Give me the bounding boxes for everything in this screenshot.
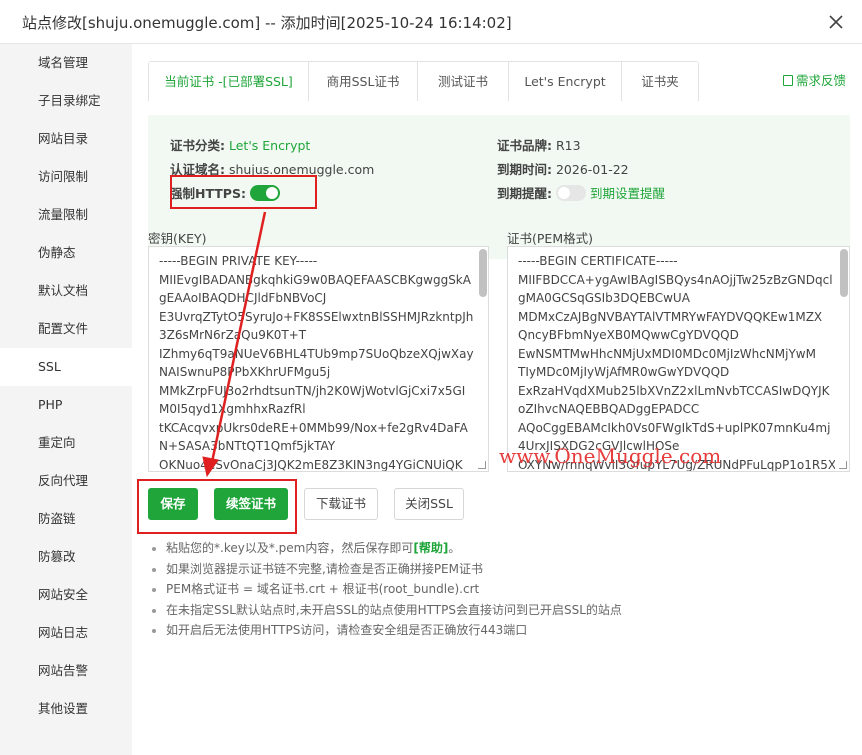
tip-item: PEM格式证书 = 域名证书.crt + 根证书(root_bundle).cr…: [166, 579, 622, 600]
sidebar-item-access-limit[interactable]: 访问限制: [0, 158, 132, 196]
tips-list: 粘贴您的*.key以及*.pem内容，然后保存即可[帮助]。 如果浏览器提示证书…: [152, 538, 622, 641]
cert-line: TIyMDc0MjIyWjAfMR0wGwYDVQQD: [518, 365, 730, 379]
sidebar-item-php[interactable]: PHP: [0, 386, 132, 424]
sidebar-item-tamper-proof[interactable]: 防篡改: [0, 538, 132, 576]
expire-remind-row: 到期提醒: 到期设置提醒: [497, 183, 665, 202]
sidebar-item-site-security[interactable]: 网站安全: [0, 576, 132, 614]
sidebar-item-site-log[interactable]: 网站日志: [0, 614, 132, 652]
toggle-knob: [557, 187, 570, 199]
feedback-label: 需求反馈: [795, 73, 846, 88]
cert-category-value: Let's Encrypt: [228, 138, 311, 153]
main-panel: 当前证书 -[已部署SSL] 商用SSL证书 测试证书 Let's Encryp…: [132, 44, 862, 755]
cert-expire-row: 到期时间: 2026-01-22: [497, 159, 629, 178]
save-button[interactable]: 保存: [148, 488, 198, 520]
tab-bar: 当前证书 -[已部署SSL] 商用SSL证书 测试证书 Let's Encryp…: [148, 61, 699, 101]
close-icon[interactable]: [824, 10, 848, 34]
cert-line: QncyBFbmNyeXB0MQwwCgYDVQQD: [518, 328, 739, 342]
tip-item: 在未指定SSL默认站点时,未开启SSL的站点使用HTTPS会直接访问到已开启SS…: [166, 600, 622, 621]
cert-brand-row: 证书品牌: R13: [497, 135, 581, 154]
sidebar-item-reverse-proxy[interactable]: 反向代理: [0, 462, 132, 500]
sidebar-item-other-settings[interactable]: 其他设置: [0, 690, 132, 728]
sidebar-item-traffic-limit[interactable]: 流量限制: [0, 196, 132, 234]
sidebar-item-site-dir[interactable]: 网站目录: [0, 120, 132, 158]
watermark: www.OneMuggle.com: [499, 444, 722, 468]
cert-line: ExRzaHVqdXMub25lbXVnZ2xlLmNvbTCCASIwDQYJ…: [518, 383, 830, 398]
cert-line: gMA0GCSqGSIb3DQEBCwUA: [518, 291, 690, 305]
feedback-icon: [782, 75, 793, 86]
sidebar-item-default-doc[interactable]: 默认文档: [0, 272, 132, 310]
cert-line: EwNSMTMwHhcNMjUxMDI0MDc0MjIzWhcNMjYwM: [518, 346, 816, 361]
key-line: -----BEGIN PRIVATE KEY-----: [159, 254, 318, 268]
key-resize-grip[interactable]: [478, 461, 486, 469]
key-line: IZhmy6qT9aNUeV6BHL4TUb9mp7SUoQbzeXQjwXay…: [159, 346, 474, 361]
renew-cert-button[interactable]: 续签证书: [214, 488, 288, 520]
expire-remind-link[interactable]: 到期设置提醒: [590, 186, 665, 201]
cert-line: oZIhvcNAQEBBQADggEPADCC: [518, 402, 700, 416]
tip-text: 粘贴您的*.key以及*.pem内容，然后保存即可: [166, 541, 414, 555]
key-line: E3UvrqZTytO5SyruJo+FK8SSElwxtnBlSSHMJRzk…: [159, 309, 474, 324]
key-line: NAISwnuP8PPbXKhrUFMgu5j: [159, 365, 331, 379]
key-line: MMkZrpFUJ3o2rhdtsunTN/jh2K0WjWotvlGjCxi7…: [159, 383, 466, 398]
sidebar-item-subdir[interactable]: 子目录绑定: [0, 82, 132, 120]
tab-lets-encrypt[interactable]: Let's Encrypt: [509, 62, 622, 101]
cert-line: MIIFBDCCA+ygAwIBAgISBQys4nAOjjTw25zBzGND…: [518, 272, 833, 287]
feedback-link[interactable]: 需求反馈: [782, 70, 846, 89]
cert-line: AQoCggEBAMcIkh0Vs0FWgIkTdS+uplPK07mnKu4m…: [518, 420, 831, 435]
download-cert-button[interactable]: 下载证书: [304, 488, 378, 520]
help-link[interactable]: [帮助]: [413, 541, 448, 555]
sidebar-item-ssl[interactable]: SSL: [0, 348, 132, 386]
cert-line: -----BEGIN CERTIFICATE-----: [518, 254, 678, 268]
expire-remind-label: 到期提醒:: [497, 186, 552, 201]
sidebar-item-hotlink[interactable]: 防盗链: [0, 500, 132, 538]
key-textarea[interactable]: -----BEGIN PRIVATE KEY----- MIIEvgIBADAN…: [148, 246, 489, 472]
sidebar: 域名管理 子目录绑定 网站目录 访问限制 流量限制 伪静态 默认文档 配置文件 …: [0, 44, 132, 755]
tab-commercial-ssl[interactable]: 商用SSL证书: [309, 62, 418, 101]
tip-item: 如开启后无法使用HTTPS访问，请检查安全组是否正确放行443端口: [166, 620, 622, 641]
tip-item: 粘贴您的*.key以及*.pem内容，然后保存即可[帮助]。: [166, 538, 622, 559]
cert-scrollbar[interactable]: [840, 249, 848, 297]
cert-category-row: 证书分类: Let's Encrypt: [170, 135, 310, 154]
cert-line: MDMxCzAJBgNVBAYTAlVTMRYwFAYDVQQKEw1MZX: [518, 309, 823, 324]
key-line: MIIEvgIBADANBgkqhkiG9w0BAQEFAASCBKgwggSk…: [159, 272, 471, 287]
cert-label: 证书(PEM格式): [507, 231, 593, 246]
key-line: tKCAcqvxpUkrs0deRE+0MMb99/Nox+fe2gRv4DaF…: [159, 420, 468, 435]
title-bar: 站点修改[shuju.onemuggle.com] -- 添加时间[2025-1…: [0, 0, 862, 44]
sidebar-item-site-alert[interactable]: 网站告警: [0, 652, 132, 690]
sidebar-item-redirect[interactable]: 重定向: [0, 424, 132, 462]
key-line: 3Z6sMrN6rZaQu9K0T+T: [159, 328, 307, 342]
tip-item: 如果浏览器提示证书链不完整,请检查是否正确拼接PEM证书: [166, 559, 622, 580]
key-line: M0I5qyd1XgmhhxRazfRl: [159, 402, 306, 416]
tab-test-cert[interactable]: 测试证书: [418, 62, 509, 101]
tab-cert-folder[interactable]: 证书夹: [622, 62, 698, 101]
key-line: OKNuo4eSvOnaCj3JQK2mE8Z3KIN3ng4YGiCNUiQK: [159, 457, 463, 472]
sidebar-item-rewrite[interactable]: 伪静态: [0, 234, 132, 272]
close-ssl-button[interactable]: 关闭SSL: [394, 488, 464, 520]
window-title: 站点修改[shuju.onemuggle.com] -- 添加时间[2025-1…: [22, 14, 512, 32]
key-line: N+SASA3bNTtQT1Qmf5jkTAY: [159, 439, 336, 453]
cert-brand-value: R13: [555, 138, 581, 153]
cert-category-label: 证书分类:: [170, 138, 225, 153]
highlight-box-https: [170, 175, 317, 209]
tab-current-cert[interactable]: 当前证书 -[已部署SSL]: [149, 62, 309, 101]
sidebar-item-domain[interactable]: 域名管理: [0, 44, 132, 82]
key-label: 密钥(KEY): [148, 231, 207, 246]
key-line: gEAAoIBAQDHCJldFbNBVoCJ: [159, 291, 327, 305]
cert-resize-grip[interactable]: [839, 461, 847, 469]
expire-remind-toggle[interactable]: [555, 185, 586, 201]
cert-brand-label: 证书品牌:: [497, 138, 552, 153]
cert-textarea[interactable]: -----BEGIN CERTIFICATE----- MIIFBDCCA+yg…: [507, 246, 850, 472]
sidebar-item-config-file[interactable]: 配置文件: [0, 310, 132, 348]
cert-expire-value: 2026-01-22: [555, 162, 629, 177]
cert-expire-label: 到期时间:: [497, 162, 552, 177]
tip-tail: 。: [448, 541, 461, 555]
key-scrollbar[interactable]: [479, 249, 487, 297]
